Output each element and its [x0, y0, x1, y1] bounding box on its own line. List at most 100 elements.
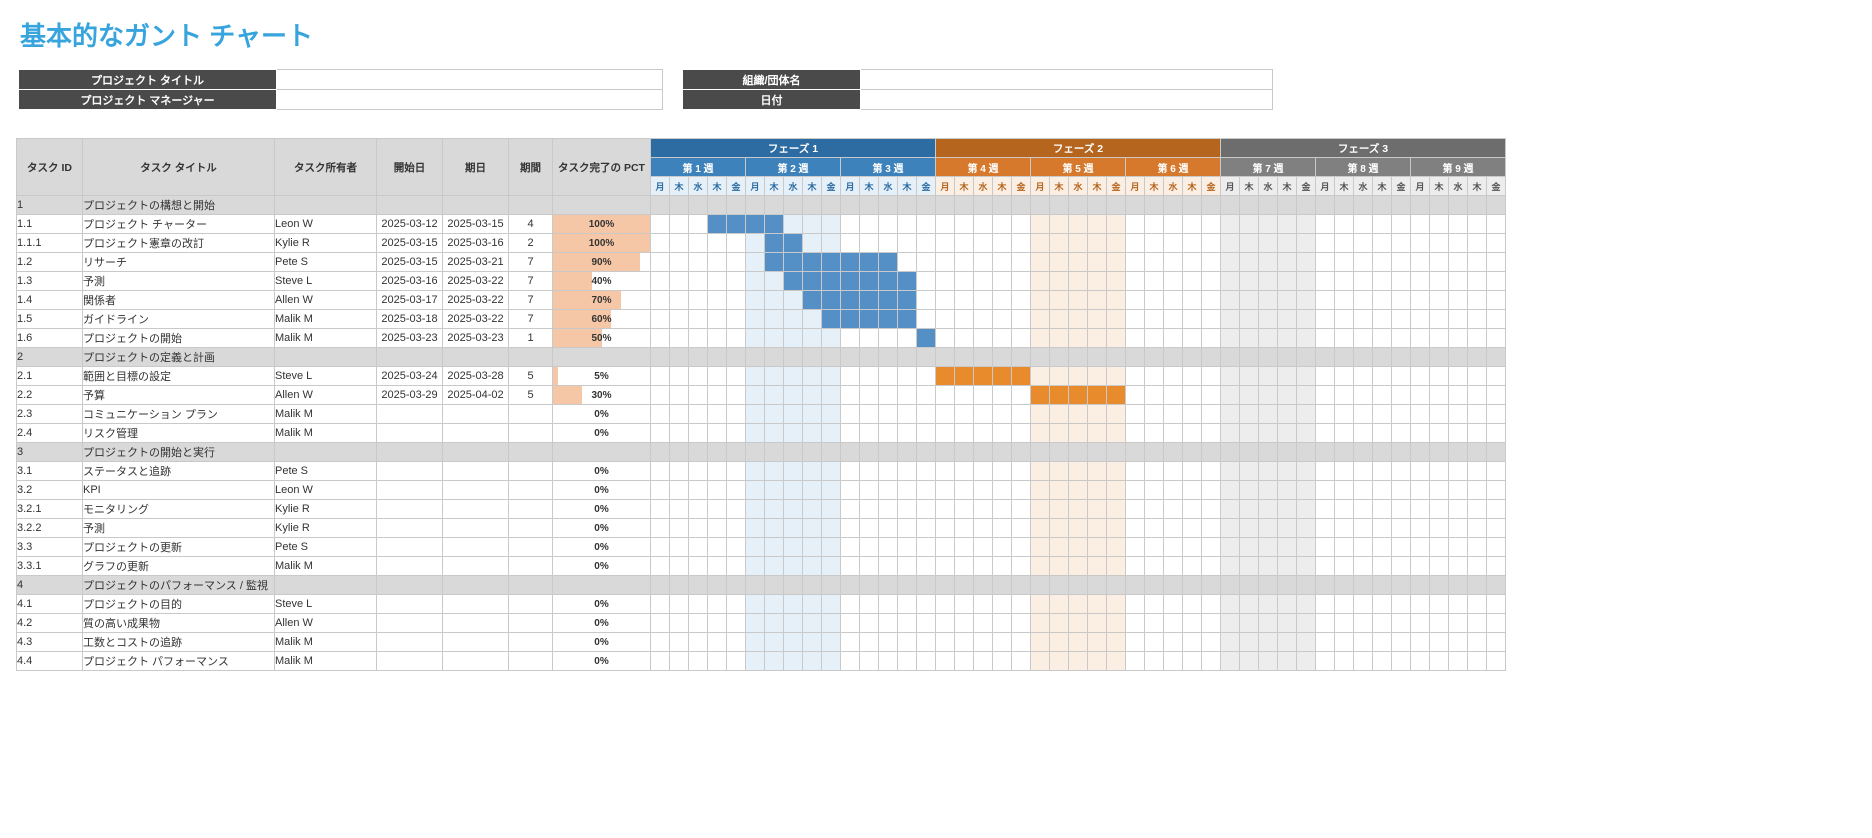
gantt-cell [1354, 424, 1373, 443]
gantt-cell [1126, 614, 1145, 633]
gantt-cell [1221, 557, 1240, 576]
cell-duration: 5 [509, 367, 553, 386]
gantt-cell [1050, 272, 1069, 291]
gantt-cell [1449, 481, 1468, 500]
gantt-cell [1031, 310, 1050, 329]
cell-duration [509, 196, 553, 215]
cell-task-id: 2 [17, 348, 83, 367]
meta-project-title-value[interactable] [277, 70, 663, 90]
gantt-cell [651, 367, 670, 386]
cell-task-title: プロジェクト パフォーマンス [83, 652, 275, 671]
gantt-cell [1487, 386, 1506, 405]
gantt-cell [1145, 538, 1164, 557]
gantt-cell [708, 481, 727, 500]
cell-pct: 0% [553, 595, 651, 614]
gantt-cell [1164, 253, 1183, 272]
cell-task-title: プロジェクトの目的 [83, 595, 275, 614]
gantt-cell [1202, 405, 1221, 424]
gantt-cell [1449, 329, 1468, 348]
gantt-cell [1031, 367, 1050, 386]
gantt-cell [1278, 652, 1297, 671]
cell-end [443, 633, 509, 652]
cell-end [443, 557, 509, 576]
gantt-cell [1392, 234, 1411, 253]
meta-org-value[interactable] [861, 70, 1273, 90]
gantt-cell [841, 576, 860, 595]
gantt-cell [746, 443, 765, 462]
gantt-cell [1126, 329, 1145, 348]
gantt-cell [1012, 405, 1031, 424]
gantt-cell [1335, 234, 1354, 253]
gantt-cell [1088, 367, 1107, 386]
gantt-cell [898, 272, 917, 291]
gantt-cell [860, 519, 879, 538]
gantt-cell [708, 557, 727, 576]
gantt-cell [784, 576, 803, 595]
cell-end [443, 196, 509, 215]
gantt-cell [936, 557, 955, 576]
gantt-cell [1335, 500, 1354, 519]
gantt-cell [1050, 386, 1069, 405]
day-header: 月 [1411, 177, 1430, 196]
gantt-cell [860, 500, 879, 519]
gantt-cell [1316, 386, 1335, 405]
gantt-cell [1202, 253, 1221, 272]
gantt-cell [1183, 462, 1202, 481]
gantt-cell [803, 329, 822, 348]
gantt-cell [651, 253, 670, 272]
gantt-cell [1145, 576, 1164, 595]
gantt-cell [1430, 500, 1449, 519]
gantt-cell [1487, 348, 1506, 367]
cell-task-id: 1.2 [17, 253, 83, 272]
gantt-cell [708, 500, 727, 519]
gantt-cell [803, 481, 822, 500]
cell-task-title: ガイドライン [83, 310, 275, 329]
gantt-cell [1487, 519, 1506, 538]
gantt-cell [1430, 253, 1449, 272]
gantt-cell [1468, 234, 1487, 253]
gantt-cell [784, 557, 803, 576]
gantt-cell [917, 348, 936, 367]
gantt-cell [1145, 443, 1164, 462]
gantt-cell [1012, 443, 1031, 462]
gantt-cell [1278, 405, 1297, 424]
gantt-cell [917, 367, 936, 386]
gantt-cell [1088, 500, 1107, 519]
gantt-cell [1221, 196, 1240, 215]
meta-pm-value[interactable] [277, 90, 663, 110]
gantt-cell [708, 652, 727, 671]
cell-duration [509, 633, 553, 652]
gantt-cell [993, 215, 1012, 234]
gantt-cell [1316, 348, 1335, 367]
gantt-cell [1278, 291, 1297, 310]
gantt-cell [822, 481, 841, 500]
gantt-cell [803, 291, 822, 310]
gantt-cell [1221, 367, 1240, 386]
gantt-cell [689, 481, 708, 500]
gantt-cell [1031, 538, 1050, 557]
gantt-cell [1164, 234, 1183, 253]
gantt-cell [1392, 367, 1411, 386]
gantt-cell [1297, 272, 1316, 291]
gantt-cell [1240, 538, 1259, 557]
gantt-cell [1468, 519, 1487, 538]
gantt-cell [898, 196, 917, 215]
gantt-cell [1316, 291, 1335, 310]
gantt-cell [670, 253, 689, 272]
gantt-cell [917, 234, 936, 253]
gantt-cell [1145, 196, 1164, 215]
cell-end: 2025-03-28 [443, 367, 509, 386]
meta-date-value[interactable] [861, 90, 1273, 110]
gantt-cell [1373, 481, 1392, 500]
gantt-cell [689, 443, 708, 462]
gantt-cell [993, 481, 1012, 500]
gantt-cell [1468, 557, 1487, 576]
gantt-cell [1050, 519, 1069, 538]
gantt-cell [727, 196, 746, 215]
gantt-cell [670, 367, 689, 386]
cell-task-title: リサーチ [83, 253, 275, 272]
gantt-cell [1259, 633, 1278, 652]
cell-duration [509, 424, 553, 443]
gantt-cell [1031, 519, 1050, 538]
gantt-cell [898, 481, 917, 500]
